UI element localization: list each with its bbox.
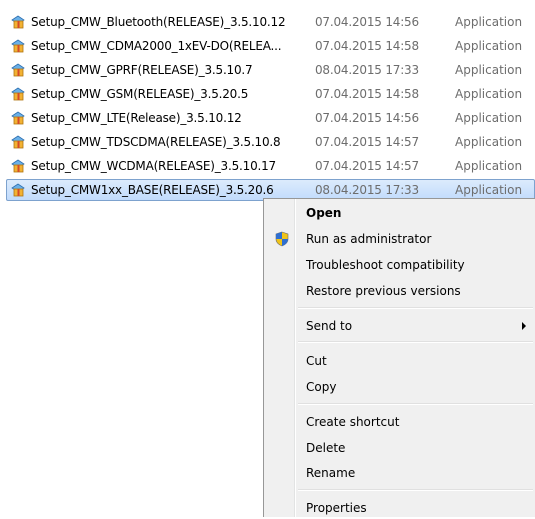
file-type: Application	[455, 183, 523, 197]
installer-icon	[11, 183, 25, 197]
file-name: Setup_CMW_LTE(Release)_3.5.10.12	[31, 111, 242, 125]
menu-item-label: Cut	[306, 354, 327, 368]
uac-shield-icon	[275, 231, 289, 247]
file-row[interactable]: Setup_CMW_Bluetooth(RELEASE)_3.5.10.12 0…	[6, 11, 535, 33]
file-row[interactable]: Setup_CMW_WCDMA(RELEASE)_3.5.10.17 07.04…	[6, 155, 535, 177]
installer-icon	[11, 87, 25, 101]
file-date: 07.04.2015 14:58	[315, 39, 419, 53]
menu-item-label: Copy	[306, 380, 337, 394]
menu-separator	[298, 489, 533, 491]
menu-separator	[298, 403, 533, 405]
file-date: 07.04.2015 14:57	[315, 135, 419, 149]
menu-item-label: Properties	[306, 501, 367, 515]
file-row[interactable]: Setup_CMW_GSM(RELEASE)_3.5.20.5 07.04.20…	[6, 83, 535, 105]
file-type: Application	[455, 135, 523, 149]
file-row[interactable]: Setup_CMW_GPRF(RELEASE)_3.5.10.7 08.04.2…	[6, 59, 535, 81]
menu-item-label: Rename	[306, 466, 356, 480]
menu-item-troubleshoot-compatibility[interactable]: Troubleshoot compatibility	[266, 254, 534, 276]
file-date: 08.04.2015 17:33	[315, 183, 419, 197]
menu-item-label: Troubleshoot compatibility	[306, 258, 465, 272]
menu-item-create-shortcut[interactable]: Create shortcut	[266, 411, 534, 433]
menu-item-label: Create shortcut	[306, 415, 400, 429]
installer-icon	[11, 63, 25, 77]
file-row[interactable]: Setup_CMW_LTE(Release)_3.5.10.12 07.04.2…	[6, 107, 535, 129]
menu-item-cut[interactable]: Cut	[266, 350, 534, 372]
menu-item-copy[interactable]: Copy	[266, 376, 534, 398]
installer-icon	[11, 15, 25, 29]
file-type: Application	[455, 159, 523, 173]
file-row[interactable]: Setup_CMW_TDSCDMA(RELEASE)_3.5.10.8 07.0…	[6, 131, 535, 153]
file-date: 07.04.2015 14:58	[315, 87, 419, 101]
menu-item-label: Send to	[306, 319, 353, 333]
installer-icon	[11, 111, 25, 125]
file-name: Setup_CMW_CDMA2000_1xEV-DO(RELEA...	[31, 39, 282, 53]
file-name: Setup_CMW_WCDMA(RELEASE)_3.5.10.17	[31, 159, 276, 173]
file-type: Application	[455, 39, 523, 53]
context-menu: Open Run as administrator Troubleshoot c…	[263, 198, 535, 517]
installer-icon	[11, 159, 25, 173]
menu-separator	[298, 307, 533, 309]
file-name: Setup_CMW_Bluetooth(RELEASE)_3.5.10.12	[31, 15, 286, 29]
file-type: Application	[455, 87, 523, 101]
menu-item-delete[interactable]: Delete	[266, 437, 534, 459]
file-date: 07.04.2015 14:56	[315, 111, 419, 125]
file-date: 07.04.2015 14:56	[315, 15, 419, 29]
menu-item-run-as-administrator[interactable]: Run as administrator	[266, 228, 534, 250]
file-type: Application	[455, 15, 523, 29]
installer-icon	[11, 135, 25, 149]
file-date: 08.04.2015 17:33	[315, 63, 419, 77]
menu-item-label: Open	[306, 206, 342, 220]
menu-item-label: Restore previous versions	[306, 284, 461, 298]
menu-item-restore-previous-versions[interactable]: Restore previous versions	[266, 280, 534, 302]
menu-item-open[interactable]: Open	[266, 202, 534, 224]
menu-separator	[298, 341, 533, 343]
menu-item-label: Delete	[306, 441, 346, 455]
menu-item-rename[interactable]: Rename	[266, 462, 534, 484]
file-type: Application	[455, 63, 523, 77]
file-row[interactable]: Setup_CMW_CDMA2000_1xEV-DO(RELEA... 07.0…	[6, 35, 535, 57]
file-name: Setup_CMW_TDSCDMA(RELEASE)_3.5.10.8	[31, 135, 281, 149]
menu-item-send-to[interactable]: Send to	[266, 315, 534, 337]
file-type: Application	[455, 111, 523, 125]
submenu-arrow-icon	[522, 322, 526, 330]
menu-item-properties[interactable]: Properties	[266, 497, 534, 519]
file-name: Setup_CMW_GPRF(RELEASE)_3.5.10.7	[31, 63, 253, 77]
file-date: 07.04.2015 14:57	[315, 159, 419, 173]
file-name: Setup_CMW1xx_BASE(RELEASE)_3.5.20.6	[31, 183, 274, 197]
file-name: Setup_CMW_GSM(RELEASE)_3.5.20.5	[31, 87, 249, 101]
installer-icon	[11, 39, 25, 53]
menu-item-label: Run as administrator	[306, 232, 432, 246]
